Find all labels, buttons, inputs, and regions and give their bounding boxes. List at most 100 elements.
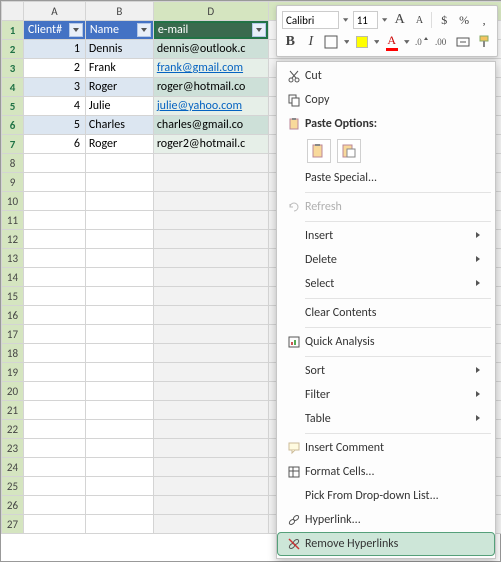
menu-paste-special[interactable]: Paste Special... [277,166,495,190]
cell[interactable]: Frank [85,59,153,78]
cell[interactable] [153,439,268,458]
cell[interactable] [153,496,268,515]
cell[interactable] [153,401,268,420]
cell[interactable] [153,287,268,306]
cell[interactable] [85,477,153,496]
comma-format-button[interactable]: , [476,11,492,29]
cell[interactable]: Charles [85,116,153,135]
cell[interactable] [23,268,85,287]
menu-sort[interactable]: Sort [277,359,495,383]
cell[interactable] [85,173,153,192]
cell[interactable] [23,344,85,363]
row-header[interactable]: 24 [2,458,24,477]
cell[interactable] [23,382,85,401]
row-header[interactable]: 21 [2,401,24,420]
cell[interactable] [85,287,153,306]
cell[interactable] [85,192,153,211]
cell[interactable]: julie@yahoo.com [153,97,268,116]
cell[interactable] [85,249,153,268]
row-header[interactable]: 27 [2,515,24,534]
cell[interactable] [85,268,153,287]
cell[interactable] [23,496,85,515]
font-size-dropdown[interactable]: 11 [353,11,379,29]
cell[interactable] [23,287,85,306]
cell[interactable]: roger@hotmail.co [153,78,268,97]
cell[interactable] [23,230,85,249]
row-header[interactable]: 7 [2,135,24,154]
cell[interactable] [85,420,153,439]
cell[interactable]: 3 [23,78,85,97]
cell[interactable] [23,192,85,211]
cell[interactable] [153,515,268,534]
row-header[interactable]: 4 [2,78,24,97]
row-header[interactable]: 23 [2,439,24,458]
cell[interactable]: frank@gmail.com [153,59,268,78]
cell[interactable] [85,515,153,534]
cell[interactable]: 6 [23,135,85,154]
chevron-down-icon[interactable] [404,39,410,45]
menu-clear-contents[interactable]: Clear Contents [277,301,495,325]
italic-button[interactable]: I [303,33,320,51]
row-header[interactable]: 6 [2,116,24,135]
row-header[interactable]: 26 [2,496,24,515]
select-all-corner[interactable] [2,2,24,21]
row-header[interactable]: 17 [2,325,24,344]
cell[interactable] [23,211,85,230]
grow-font-button[interactable]: A [392,11,408,29]
cell[interactable] [153,268,268,287]
menu-select[interactable]: Select [277,272,495,296]
row-header[interactable]: 25 [2,477,24,496]
cell[interactable] [85,211,153,230]
cell[interactable]: dennis@outlook.c [153,40,268,59]
cell[interactable] [153,363,268,382]
row-header[interactable]: 1 [2,21,24,40]
row-header[interactable]: 16 [2,306,24,325]
cell[interactable] [153,420,268,439]
cell[interactable] [23,173,85,192]
row-header[interactable]: 11 [2,211,24,230]
cell[interactable] [85,401,153,420]
row-header[interactable]: 15 [2,287,24,306]
cell[interactable] [85,439,153,458]
row-header[interactable]: 2 [2,40,24,59]
menu-delete[interactable]: Delete [277,248,495,272]
fill-color-button[interactable] [353,33,370,51]
cell[interactable] [85,363,153,382]
cell[interactable] [153,154,268,173]
row-header[interactable]: 8 [2,154,24,173]
cell[interactable] [23,458,85,477]
menu-pick-from-list[interactable]: Pick From Drop-down List... [277,484,495,508]
decrease-decimal-button[interactable]: .0 [414,33,431,51]
cell[interactable]: charles@gmail.co [153,116,268,135]
chevron-down-icon[interactable] [374,39,380,45]
cell[interactable]: 5 [23,116,85,135]
table-header-cell[interactable]: Client# [23,21,85,40]
accounting-format-button[interactable]: $ [436,11,452,29]
cell[interactable]: Roger [85,135,153,154]
cell[interactable] [85,306,153,325]
row-header[interactable]: 14 [2,268,24,287]
row-header[interactable]: 9 [2,173,24,192]
format-painter-button[interactable] [475,33,492,51]
shrink-font-button[interactable]: A [412,11,428,29]
cell[interactable] [23,515,85,534]
cell[interactable] [153,382,268,401]
cell[interactable] [23,363,85,382]
menu-insert[interactable]: Insert [277,224,495,248]
merge-center-button[interactable] [455,33,472,51]
table-header-cell[interactable]: Name [85,21,153,40]
paste-values-button[interactable] [337,139,361,163]
chevron-down-icon[interactable] [344,39,350,45]
cell[interactable] [153,325,268,344]
table-header-cell[interactable]: e-mail [153,21,268,40]
row-header[interactable]: 20 [2,382,24,401]
cell[interactable] [153,249,268,268]
cell[interactable] [153,173,268,192]
cell[interactable] [23,420,85,439]
row-header[interactable]: 13 [2,249,24,268]
row-header[interactable]: 5 [2,97,24,116]
cell[interactable]: Roger [85,78,153,97]
filter-dropdown-icon[interactable] [69,23,83,37]
cell[interactable] [153,230,268,249]
cell[interactable] [153,477,268,496]
